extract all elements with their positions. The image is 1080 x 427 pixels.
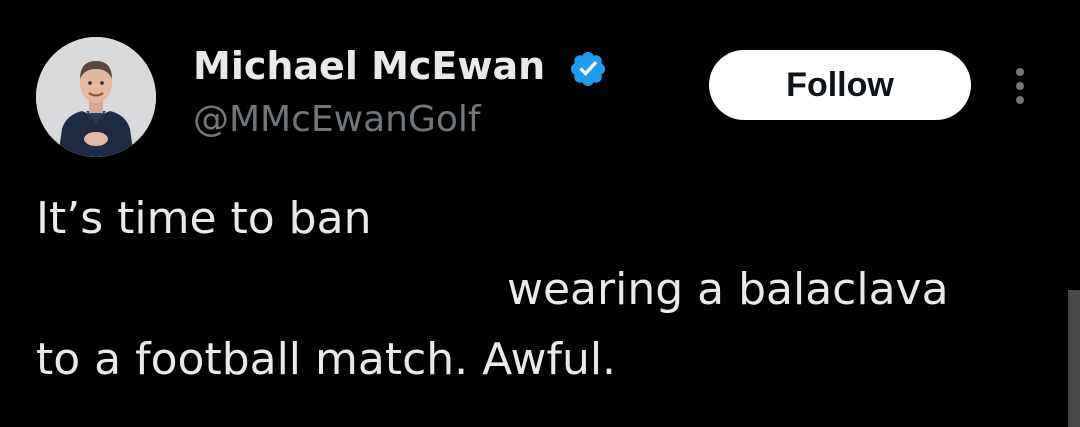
follow-button[interactable]: Follow (709, 50, 971, 120)
tweet-text-line: It’s time to ban (36, 193, 372, 244)
verified-badge-icon (570, 51, 606, 87)
author-display-name[interactable]: Michael McEwan (193, 42, 545, 90)
more-vertical-icon[interactable] (1006, 62, 1034, 110)
scrollbar-thumb[interactable] (1068, 290, 1080, 427)
tweet-text-line: wearing a balaclava (507, 264, 949, 315)
avatar-photo (36, 37, 156, 157)
tweet-text-line: to a football match. Awful. (36, 334, 617, 385)
author-handle[interactable]: @MMcEwanGolf (193, 96, 481, 144)
tweet-card: Michael McEwan @MMcEwanGolf Follow It’s … (0, 0, 1080, 427)
avatar[interactable] (36, 37, 156, 157)
